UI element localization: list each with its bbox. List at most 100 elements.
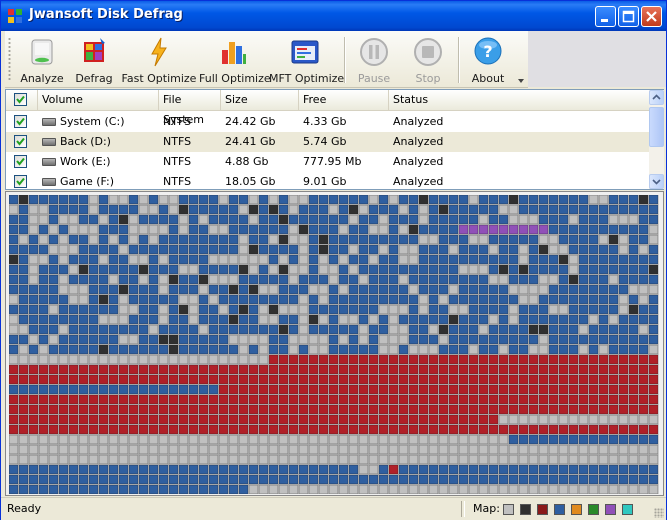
mft-window-icon xyxy=(291,40,319,64)
volume-name-cell: Back (D:) xyxy=(38,132,111,152)
filesystem-cell: NTFS xyxy=(163,115,192,128)
defrag-button[interactable]: Defrag xyxy=(71,34,117,88)
window-title: Jwansoft Disk Defrag xyxy=(29,7,183,22)
disk-analyze-icon xyxy=(31,39,53,65)
toolbar-overflow-icon[interactable] xyxy=(517,77,525,85)
column-header-volume[interactable]: Volume xyxy=(38,90,159,110)
drive-icon xyxy=(42,118,56,126)
cluster-map-panel xyxy=(5,191,664,496)
size-cell: 24.42 Gb xyxy=(225,115,276,128)
toolbar-separator xyxy=(458,37,460,83)
check-icon xyxy=(16,157,25,166)
legend-swatch xyxy=(520,504,531,515)
chevron-down-icon xyxy=(652,179,661,185)
status-cell: Analyzed xyxy=(393,115,444,128)
close-icon xyxy=(646,11,657,22)
column-header-status[interactable]: Status xyxy=(389,90,649,110)
close-button[interactable] xyxy=(641,6,662,27)
mft-optimize-label: MFT Optimize xyxy=(269,72,345,85)
defrag-blocks-icon xyxy=(84,38,105,62)
free-cell: 5.74 Gb xyxy=(303,135,347,148)
check-icon xyxy=(16,95,25,104)
size-cell: 18.05 Gb xyxy=(225,175,276,188)
title-bar[interactable]: Jwansoft Disk Defrag xyxy=(1,1,666,31)
check-icon xyxy=(16,117,25,126)
volume-name: Back (D:) xyxy=(60,135,111,148)
cluster-map xyxy=(9,195,659,494)
select-all-column[interactable] xyxy=(6,90,38,110)
minimize-button[interactable] xyxy=(595,6,616,27)
about-label: About xyxy=(471,72,505,85)
filesystem-cell: NTFS xyxy=(163,175,192,188)
volume-row[interactable]: System (C:) NTFS 24.42 Gb 4.33 Gb Analyz… xyxy=(6,112,649,132)
column-header-free[interactable]: Free xyxy=(299,90,389,110)
check-icon xyxy=(16,137,25,146)
free-cell: 777.95 Mb xyxy=(303,155,362,168)
minimize-icon xyxy=(601,19,608,22)
chevron-up-icon xyxy=(652,94,661,100)
scroll-thumb[interactable] xyxy=(649,107,664,147)
app-icon xyxy=(8,9,22,23)
full-optimize-button[interactable]: Full Optimize xyxy=(199,34,271,88)
status-bar: Ready Map: xyxy=(1,497,666,520)
resize-grip[interactable] xyxy=(654,508,664,518)
volume-row[interactable]: Work (E:) NTFS 4.88 Gb 777.95 Mb Analyze… xyxy=(6,152,649,172)
volume-row-selected[interactable]: Back (D:) NTFS 24.41 Gb 5.74 Gb Analyzed xyxy=(6,132,649,152)
legend-swatch xyxy=(622,504,633,515)
legend-swatch xyxy=(571,504,582,515)
maximize-button[interactable] xyxy=(618,6,639,27)
toolbar-background xyxy=(528,31,666,87)
pause-label: Pause xyxy=(357,72,391,85)
stop-label: Stop xyxy=(415,72,441,85)
legend-swatch xyxy=(503,504,514,515)
toolbar-separator xyxy=(344,37,346,83)
fast-optimize-label: Fast Optimize xyxy=(121,72,197,85)
status-cell: Analyzed xyxy=(393,155,444,168)
volume-list[interactable]: Volume File System Size Free Status Syst… xyxy=(5,89,664,190)
svg-text:?: ? xyxy=(483,42,492,61)
maximize-icon xyxy=(622,10,635,23)
about-button[interactable]: ? About xyxy=(465,34,511,88)
lightning-icon xyxy=(151,37,167,67)
volume-checkbox[interactable] xyxy=(14,135,27,148)
volume-name: System (C:) xyxy=(60,115,125,128)
volume-name-cell: Work (E:) xyxy=(38,152,111,172)
filesystem-cell: NTFS xyxy=(163,135,192,148)
volume-row[interactable]: Game (F:) NTFS 18.05 Gb 9.01 Gb Analyzed xyxy=(6,172,649,192)
analyze-label: Analyze xyxy=(20,72,64,85)
volume-list-scrollbar[interactable] xyxy=(649,90,664,189)
full-optimize-label: Full Optimize xyxy=(199,72,271,85)
legend-swatch xyxy=(554,504,565,515)
status-text: Ready xyxy=(7,502,42,515)
mft-optimize-button[interactable]: MFT Optimize xyxy=(269,34,345,88)
size-cell: 4.88 Gb xyxy=(225,155,269,168)
legend-swatch xyxy=(537,504,548,515)
column-header-size[interactable]: Size xyxy=(221,90,299,110)
column-header-filesystem[interactable]: File System xyxy=(159,90,221,126)
volume-name: Work (E:) xyxy=(60,155,111,168)
volume-name-cell: System (C:) xyxy=(38,112,125,132)
drive-icon xyxy=(42,178,56,186)
scroll-down-button[interactable] xyxy=(649,174,664,189)
toolbar-grip[interactable] xyxy=(8,37,11,81)
volume-name-cell: Game (F:) xyxy=(38,172,114,192)
stop-button[interactable]: Stop xyxy=(405,34,451,88)
volume-name: Game (F:) xyxy=(60,175,115,188)
map-legend-label: Map: xyxy=(473,502,500,515)
free-cell: 4.33 Gb xyxy=(303,115,347,128)
status-cell: Analyzed xyxy=(393,135,444,148)
analyze-button[interactable]: Analyze xyxy=(17,34,67,88)
select-all-checkbox[interactable] xyxy=(14,93,27,106)
pause-button[interactable]: Pause xyxy=(351,34,397,88)
volume-checkbox[interactable] xyxy=(14,115,27,128)
volume-checkbox[interactable] xyxy=(14,155,27,168)
legend-swatch xyxy=(605,504,616,515)
fast-optimize-button[interactable]: Fast Optimize xyxy=(121,34,197,88)
status-separator xyxy=(461,501,465,517)
volume-checkbox[interactable] xyxy=(14,175,27,188)
drive-icon xyxy=(42,158,56,166)
legend-swatch xyxy=(588,504,599,515)
scroll-up-button[interactable] xyxy=(649,90,664,105)
help-icon: ? xyxy=(474,37,502,65)
volume-list-header: Volume File System Size Free Status xyxy=(6,90,649,126)
